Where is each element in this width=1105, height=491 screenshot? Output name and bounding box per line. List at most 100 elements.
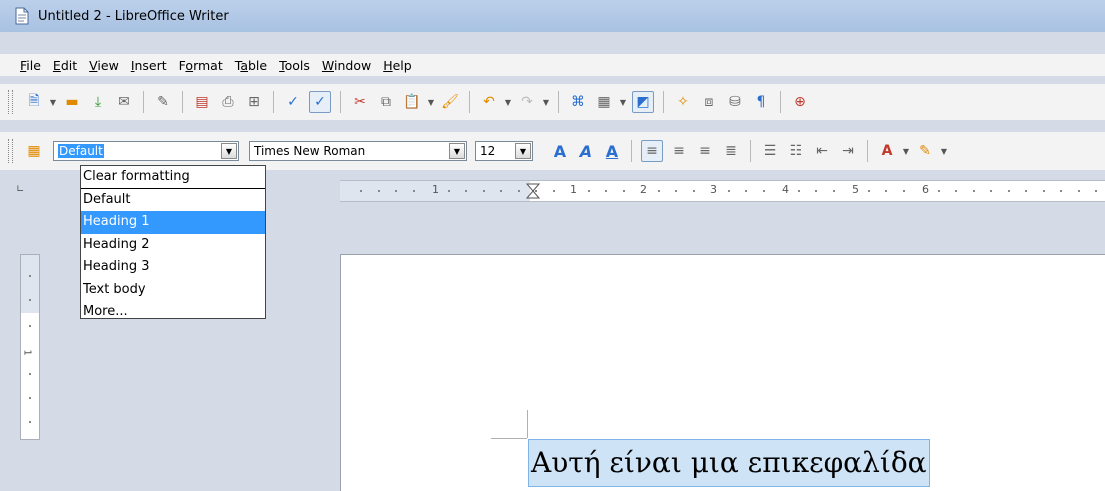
menu-item-1[interactable]: Edit <box>47 58 83 73</box>
gallery-icon[interactable]: ⧈ <box>699 92 719 112</box>
highlighting-icon[interactable]: ✎ <box>915 141 935 161</box>
table-icon[interactable]: ▦ <box>594 92 614 112</box>
style-option[interactable]: Heading 3 <box>81 256 265 279</box>
align-left-icon[interactable]: ≡ <box>641 140 663 162</box>
style-option[interactable]: Heading 1 <box>81 211 265 234</box>
menu-mnemonic: a <box>240 57 248 73</box>
clone-formatting-icon[interactable]: 🖌 <box>440 92 460 112</box>
cut-icon[interactable]: ✂ <box>350 92 370 112</box>
email-icon[interactable]: ✉ <box>114 92 134 112</box>
highlighting-dropdown-arrow-icon[interactable]: ▼ <box>939 141 949 161</box>
font-size-combo[interactable]: 12 ▼ <box>475 141 533 161</box>
paste-dropdown-arrow-icon[interactable]: ▼ <box>426 92 436 112</box>
document-page[interactable]: Αυτή είναι μια επικεφαλίδα <box>340 254 1105 491</box>
edit-mode-icon[interactable]: ✎ <box>153 92 173 112</box>
style-option[interactable]: More... <box>81 301 265 324</box>
vruler-tick <box>29 299 31 301</box>
bullets-icon[interactable]: ☷ <box>786 141 806 161</box>
print-preview-icon[interactable]: ⊞ <box>244 92 264 112</box>
ruler-tick <box>1060 190 1062 192</box>
bold-icon[interactable]: A <box>550 141 570 161</box>
align-center-icon[interactable]: ≡ <box>669 141 689 161</box>
menu-item-0[interactable]: File <box>14 58 47 73</box>
font-name-combo[interactable]: Times New Roman ▼ <box>249 141 467 161</box>
menu-item-4[interactable]: Format <box>173 58 229 73</box>
style-option[interactable]: Text body <box>81 279 265 302</box>
spellcheck-icon[interactable]: ✓ <box>283 92 303 112</box>
menu-item-6[interactable]: Tools <box>273 58 316 73</box>
ruler-tick <box>815 190 817 192</box>
autospellcheck-icon[interactable]: ✓ <box>309 91 331 113</box>
underline-icon[interactable]: A <box>602 141 622 161</box>
menu-item-2[interactable]: View <box>83 58 125 73</box>
menu-label-part: dit <box>60 57 78 73</box>
chevron-down-icon[interactable]: ▼ <box>221 143 237 159</box>
redo-icon[interactable]: ↷ <box>517 92 537 112</box>
ruler-tick <box>867 190 870 192</box>
undo-icon[interactable]: ↶ <box>479 92 499 112</box>
help-icon[interactable]: ⊕ <box>790 92 810 112</box>
ruler-tick <box>377 190 380 192</box>
formatting-marks-icon[interactable]: ¶ <box>751 92 771 112</box>
increase-indent-icon[interactable]: ⇥ <box>838 141 858 161</box>
ruler-tick <box>1095 190 1097 192</box>
copy-icon[interactable]: ⧉ <box>376 92 396 112</box>
print-icon[interactable]: ⎙ <box>218 92 238 112</box>
paste-icon[interactable]: 📋 <box>402 92 422 112</box>
menu-bar: File Edit View Insert Format Table Tools Window… <box>0 54 1105 76</box>
toolbar-separator <box>558 91 559 113</box>
decrease-indent-icon[interactable]: ⇤ <box>812 141 832 161</box>
ruler-tick <box>500 190 502 192</box>
styles-and-formatting-icon[interactable]: ▦ <box>24 141 44 161</box>
redo-dropdown-arrow-icon[interactable]: ▼ <box>541 92 551 112</box>
toolbar-grip[interactable] <box>8 90 13 114</box>
numbering-icon[interactable]: ☰ <box>760 141 780 161</box>
paragraph-style-combo[interactable]: Default ▼ <box>53 141 239 161</box>
show-draw-functions-icon[interactable]: ◩ <box>632 91 654 113</box>
menu-item-7[interactable]: Window <box>316 58 377 73</box>
vruler-tick <box>29 421 31 423</box>
menu-item-3[interactable]: Insert <box>125 58 173 73</box>
ruler-tick <box>1007 190 1010 192</box>
align-right-icon[interactable]: ≡ <box>695 141 715 161</box>
font-color-dropdown-arrow-icon[interactable]: ▼ <box>901 141 911 161</box>
data-sources-icon[interactable]: ⛁ <box>725 92 745 112</box>
selected-heading-text[interactable]: Αυτή είναι μια επικεφαλίδα <box>528 439 930 487</box>
save-icon[interactable]: ⤓ <box>88 92 108 112</box>
toolbar-separator <box>867 140 868 162</box>
ruler-tick <box>622 190 625 192</box>
italic-icon[interactable]: A <box>576 141 596 161</box>
font-size-value: 12 <box>480 144 496 158</box>
ruler-label: 2 <box>640 183 647 196</box>
menu-item-5[interactable]: Table <box>229 58 273 73</box>
open-folder-icon[interactable]: ▬ <box>62 92 82 112</box>
ruler-tick <box>727 190 730 192</box>
undo-dropdown-arrow-icon[interactable]: ▼ <box>503 92 513 112</box>
chevron-down-icon[interactable]: ▼ <box>449 143 465 159</box>
navigator-icon[interactable]: ✧ <box>673 92 693 112</box>
hyperlink-icon[interactable]: ⌘ <box>568 92 588 112</box>
toolbar-separator <box>143 91 144 113</box>
ruler-tick <box>1042 190 1045 192</box>
justify-icon[interactable]: ≣ <box>721 141 741 161</box>
toolbar-grip[interactable] <box>8 139 13 163</box>
table-dropdown-arrow-icon[interactable]: ▼ <box>618 92 628 112</box>
menu-item-8[interactable]: Help <box>377 58 418 73</box>
chevron-down-icon[interactable]: ▼ <box>515 143 531 159</box>
toolbar-separator <box>750 140 751 162</box>
new-document-icon[interactable]: 🗎 <box>24 92 44 112</box>
indent-marker-icon[interactable] <box>526 183 540 199</box>
style-option[interactable]: Heading 2 <box>81 234 265 257</box>
ruler-tick <box>1025 190 1027 192</box>
ruler-tick <box>745 190 747 192</box>
tab-stop-selector[interactable]: ∟ <box>16 184 24 195</box>
export-pdf-icon[interactable]: ▤ <box>192 92 212 112</box>
ruler-tick <box>1077 190 1080 192</box>
style-option[interactable]: Clear formatting <box>81 166 265 189</box>
vertical-ruler[interactable]: 1 <box>20 254 40 440</box>
toolbar-separator <box>780 91 781 113</box>
font-color-icon[interactable]: A <box>877 141 897 161</box>
new-dropdown-arrow-icon[interactable]: ▼ <box>48 92 58 112</box>
horizontal-ruler[interactable]: 1 1 2 3 4 5 6 <box>340 180 1105 202</box>
style-option[interactable]: Default <box>81 189 265 212</box>
